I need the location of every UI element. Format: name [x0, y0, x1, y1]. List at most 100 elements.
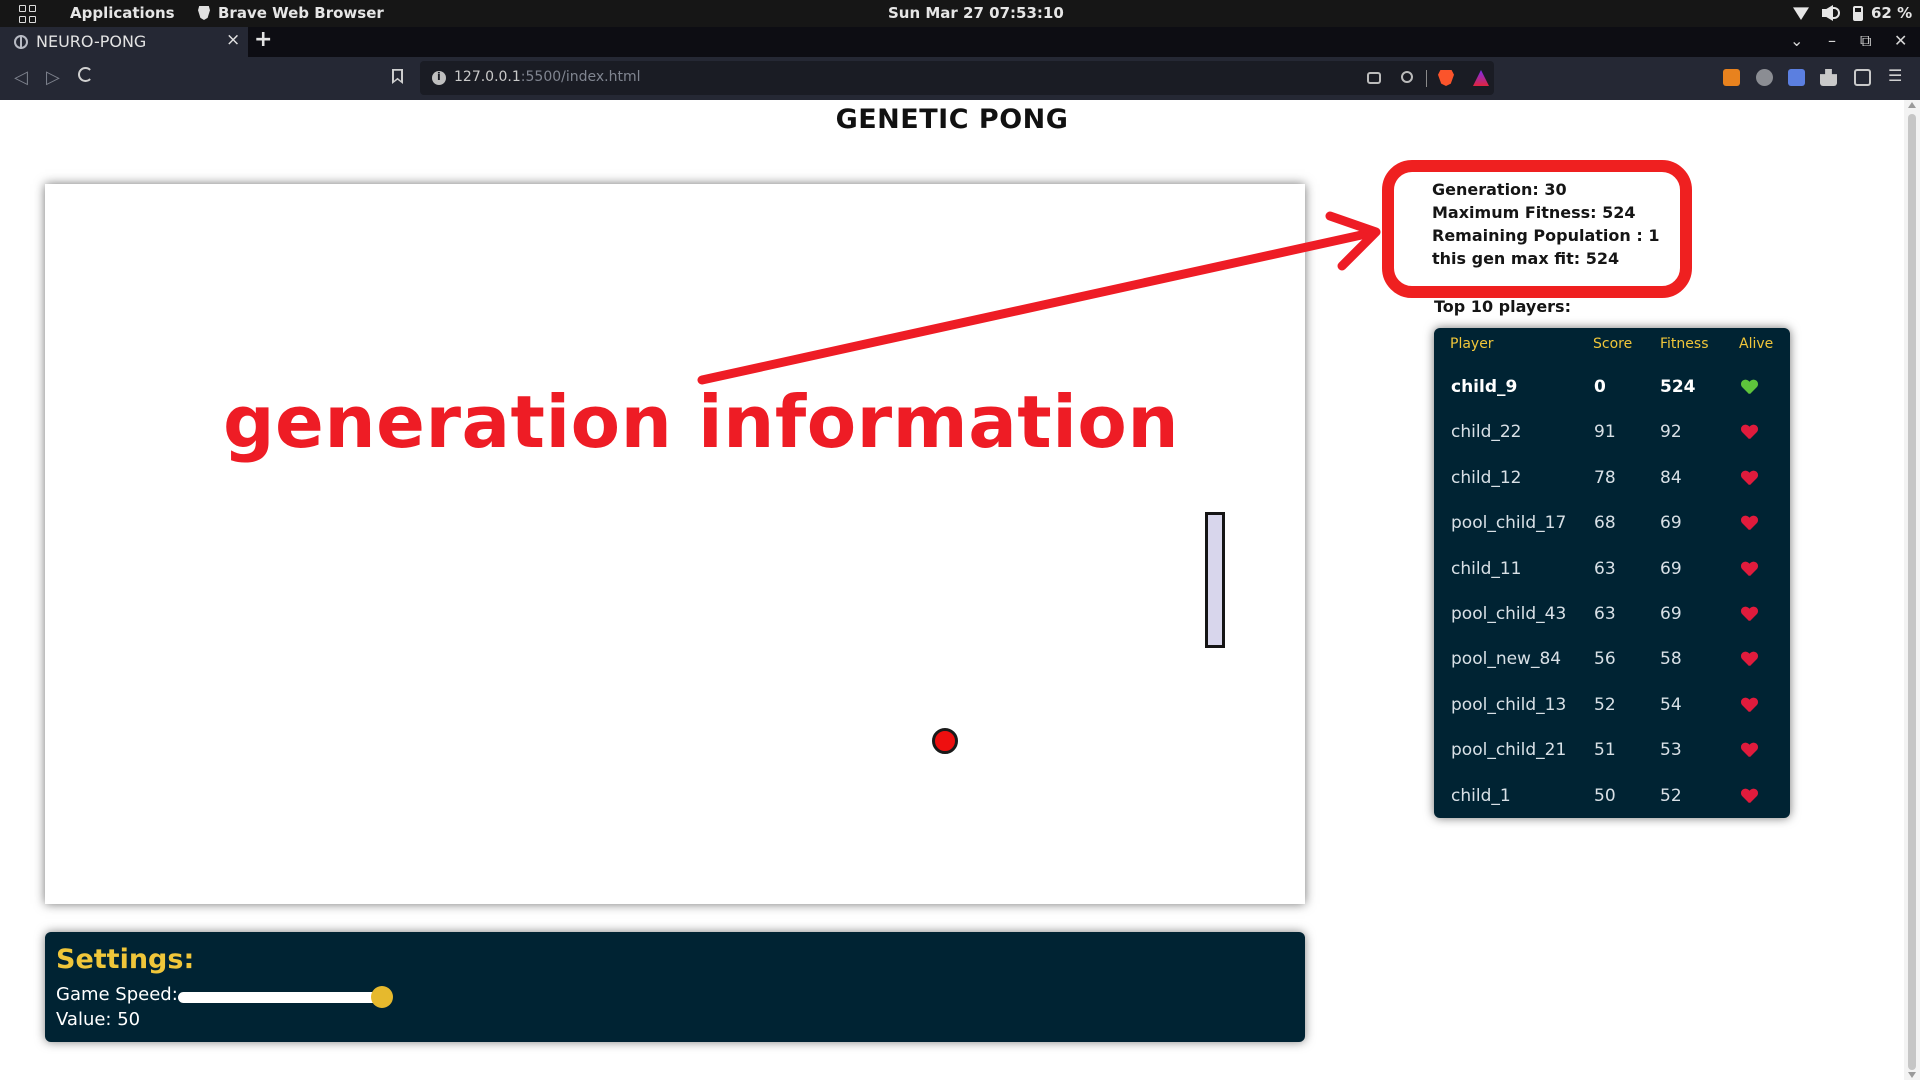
remaining-population-text: Remaining Population : 1 — [1432, 226, 1660, 245]
gen-max-fit-text: this gen max fit: 524 — [1432, 249, 1620, 268]
page-content: GENETIC PONG Settings: Game Speed: Value… — [0, 100, 1920, 1080]
translate-icon[interactable] — [1367, 72, 1381, 84]
generation-text: Generation: 30 — [1432, 180, 1567, 199]
apps-grid-icon[interactable] — [19, 5, 37, 23]
player-name-cell: child_22 — [1451, 422, 1522, 443]
wallet-icon[interactable] — [1854, 69, 1871, 86]
zoom-icon[interactable] — [1401, 71, 1413, 83]
player-name-cell: pool_child_13 — [1451, 694, 1567, 715]
max-fitness-text: Maximum Fitness: 524 — [1432, 203, 1636, 222]
fitness-cell: 84 — [1660, 467, 1682, 488]
red-heart-icon — [1741, 743, 1757, 757]
score-cell: 63 — [1594, 558, 1616, 579]
page-title: GENETIC PONG — [835, 104, 1069, 135]
bookmark-icon[interactable] — [392, 69, 403, 84]
game-speed-slider-thumb[interactable] — [371, 986, 393, 1008]
globe-icon — [14, 35, 28, 49]
player-name-cell: pool_child_21 — [1451, 740, 1567, 761]
red-heart-icon — [1741, 607, 1757, 621]
scroll-up-icon[interactable] — [1908, 102, 1916, 108]
table-row: pool_new_84 56 58 — [1434, 636, 1790, 681]
metamask-extension-icon[interactable] — [1723, 69, 1740, 86]
score-cell: 78 — [1594, 467, 1616, 488]
fitness-cell: 69 — [1660, 558, 1682, 579]
table-row: child_22 91 92 — [1434, 409, 1790, 454]
fitness-cell: 69 — [1660, 513, 1682, 534]
player-name-cell: pool_child_17 — [1451, 513, 1567, 534]
red-heart-icon — [1741, 789, 1757, 803]
fitness-cell: 53 — [1660, 740, 1682, 761]
table-row: pool_child_13 52 54 — [1434, 682, 1790, 727]
page-scrollbar[interactable] — [1904, 100, 1920, 1080]
brave-rewards-icon[interactable] — [1473, 70, 1489, 86]
game-speed-slider[interactable] — [178, 992, 386, 1003]
active-app-label[interactable]: Brave Web Browser — [218, 4, 384, 22]
score-cell: 50 — [1594, 785, 1616, 806]
game-canvas[interactable] — [45, 184, 1305, 904]
header-fitness: Fitness — [1660, 336, 1709, 352]
clock[interactable]: Sun Mar 27 07:53:10 — [888, 4, 1064, 22]
score-cell: 68 — [1594, 513, 1616, 534]
tab-close-icon[interactable]: × — [226, 30, 240, 50]
reload-icon[interactable] — [78, 67, 93, 82]
score-cell: 0 — [1594, 377, 1606, 397]
game-speed-value: Value: 50 — [56, 1009, 141, 1030]
annotation-label: generation information — [223, 380, 1180, 464]
new-tab-button[interactable]: + — [254, 27, 272, 52]
game-speed-label: Game Speed: — [56, 984, 178, 1005]
red-heart-icon — [1741, 425, 1757, 439]
system-top-bar: Applications Brave Web Browser Sun Mar 2… — [0, 0, 1920, 27]
battery-icon[interactable] — [1853, 6, 1863, 21]
toolbar-separator — [1426, 70, 1427, 87]
extensions-puzzle-icon[interactable] — [1820, 69, 1837, 86]
player-name-cell: pool_child_43 — [1451, 604, 1567, 624]
menu-icon[interactable]: ☰ — [1888, 66, 1905, 85]
tab-search-icon[interactable]: ⌄ — [1790, 31, 1803, 50]
url-text[interactable]: 127.0.0.1:5500/index.html — [454, 69, 641, 85]
address-bar[interactable]: 127.0.0.1:5500/index.html — [420, 61, 1494, 95]
header-alive: Alive — [1739, 336, 1774, 352]
scroll-down-icon[interactable] — [1908, 1072, 1916, 1078]
battery-percentage: 62 % — [1871, 4, 1913, 22]
red-heart-icon — [1741, 562, 1757, 576]
leaderboard-table: Player Score Fitness Alive child_9 0 524 ch… — [1434, 328, 1790, 818]
brave-shields-icon[interactable] — [1438, 70, 1454, 86]
fitness-cell: 69 — [1660, 604, 1682, 624]
player-name-cell: child_12 — [1451, 467, 1522, 488]
green-heart-icon — [1741, 380, 1757, 394]
table-row: pool_child_43 63 69 — [1434, 591, 1790, 636]
wifi-icon[interactable] — [1793, 7, 1809, 20]
tab-neuro-pong[interactable]: NEURO-PONG × — [0, 27, 248, 57]
forward-icon[interactable]: ▷ — [46, 67, 60, 88]
tab-strip: NEURO-PONG × + ⌄ – ⧉ ✕ — [0, 27, 1920, 57]
back-icon[interactable]: ◁ — [14, 67, 28, 88]
fitness-cell: 524 — [1660, 377, 1696, 397]
paddle — [1205, 512, 1225, 648]
table-row: pool_child_21 51 53 — [1434, 727, 1790, 772]
ball — [932, 728, 958, 754]
site-info-icon[interactable] — [432, 70, 446, 85]
volume-icon[interactable] — [1822, 5, 1840, 21]
url-host: 127.0.0.1 — [454, 69, 521, 85]
score-cell: 91 — [1594, 422, 1616, 443]
url-path: :5500/index.html — [520, 69, 641, 85]
player-name-cell: child_9 — [1451, 377, 1518, 397]
top-players-label: Top 10 players: — [1434, 297, 1571, 316]
table-row: child_12 78 84 — [1434, 455, 1790, 500]
scrollbar-thumb[interactable] — [1908, 114, 1916, 1070]
header-player: Player — [1450, 336, 1494, 352]
translate-extension-icon[interactable] — [1788, 69, 1805, 86]
fitness-cell: 54 — [1660, 694, 1682, 715]
score-cell: 52 — [1594, 694, 1616, 715]
browser-toolbar: ◁ ▷ 127.0.0.1:5500/index.html ☰ — [0, 57, 1920, 100]
score-cell: 51 — [1594, 740, 1616, 761]
table-row: child_9 0 524 — [1434, 364, 1790, 409]
red-heart-icon — [1741, 652, 1757, 666]
restore-icon[interactable]: ⧉ — [1860, 31, 1871, 51]
window-close-icon[interactable]: ✕ — [1894, 31, 1907, 50]
minimize-icon[interactable]: – — [1828, 31, 1836, 50]
settings-panel: Settings: Game Speed: Value: 50 — [45, 932, 1305, 1042]
extension-icon[interactable] — [1756, 69, 1773, 86]
applications-menu[interactable]: Applications — [70, 4, 175, 22]
red-heart-icon — [1741, 516, 1757, 530]
